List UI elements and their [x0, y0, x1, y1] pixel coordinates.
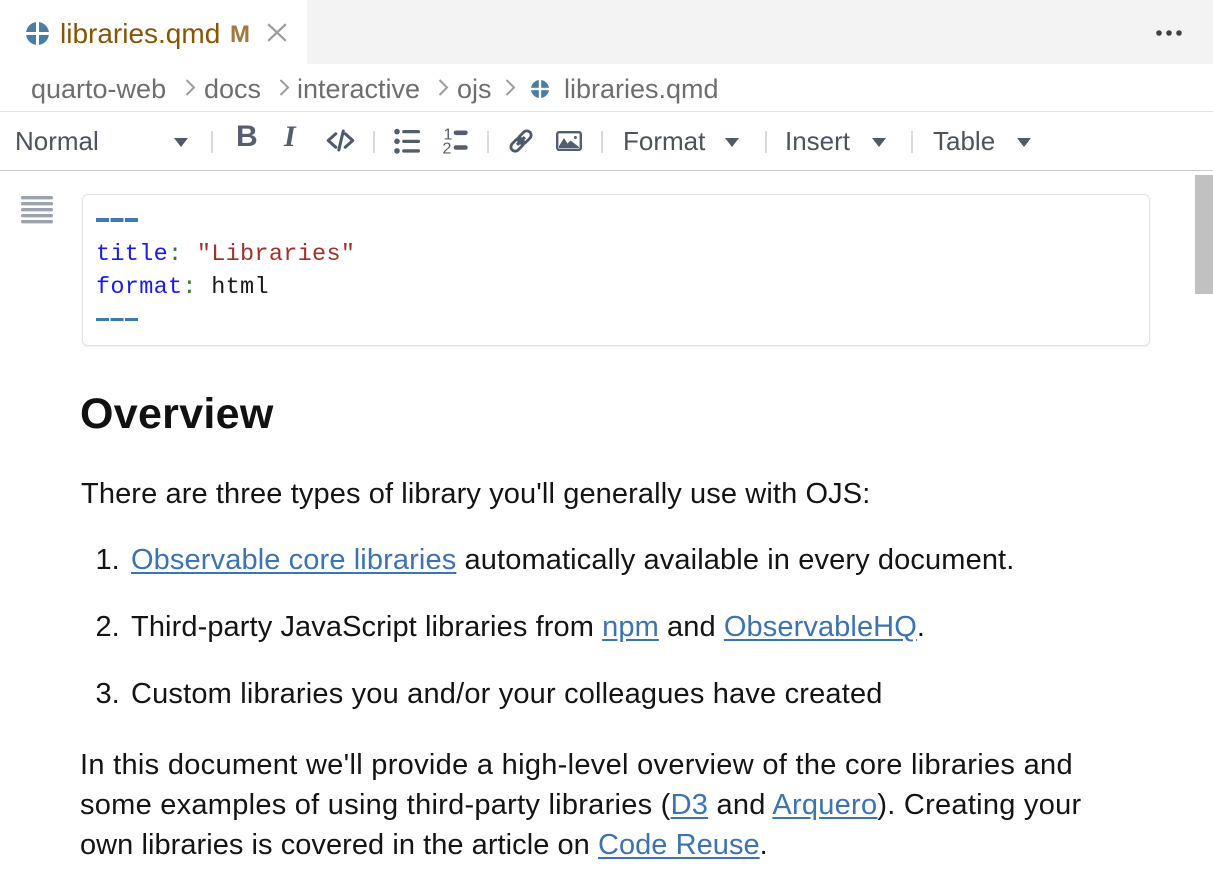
svg-text:2: 2: [443, 141, 452, 155]
